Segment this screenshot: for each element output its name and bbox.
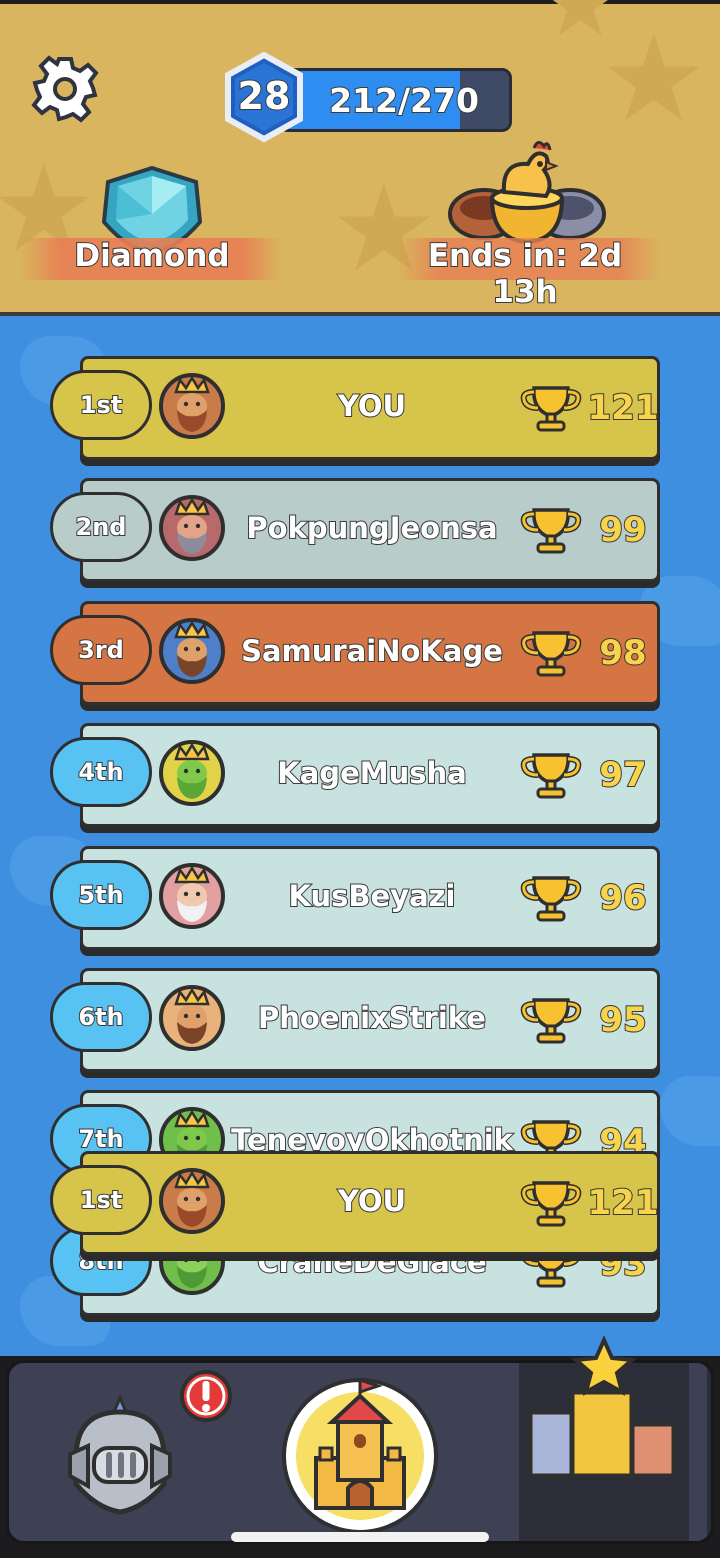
- rank-badge: 2nd: [50, 492, 152, 562]
- podium-icon[interactable]: [524, 1336, 680, 1486]
- trophy-count: 98: [598, 632, 647, 674]
- player-avatar[interactable]: [158, 862, 226, 930]
- player-name: YOU: [337, 1183, 407, 1219]
- rank-badge: 1st: [50, 370, 152, 440]
- trophy-count: 95: [598, 999, 647, 1041]
- league-countdown: Ends in: 2d 13h: [427, 237, 623, 311]
- trophy-count: 96: [598, 877, 647, 919]
- player-avatar[interactable]: [158, 739, 226, 807]
- leaderboard-row[interactable]: 2nd PokpungJeonsa 99: [0, 478, 720, 590]
- league-header: ★ ★ ★ ★ 212/270 28 Diamond Ends in: 2d 1…: [0, 0, 720, 316]
- player-name: YOU: [337, 388, 407, 424]
- player-avatar[interactable]: [158, 984, 226, 1052]
- leaderboard-row[interactable]: 6th PhoenixStrike 95: [0, 968, 720, 1080]
- rank-badge: 4th: [50, 737, 152, 807]
- player-name: KusBeyazi: [288, 878, 457, 914]
- pinned-player-row[interactable]: 1st YOU 121: [0, 1151, 720, 1263]
- leaderboard-row[interactable]: 5th KusBeyazi 96: [0, 846, 720, 958]
- trophy-count: 99: [598, 509, 647, 551]
- xp-progress-bar: 212/270: [278, 68, 512, 132]
- trophy-icon: [520, 504, 582, 556]
- castle-icon[interactable]: [280, 1376, 440, 1536]
- league-name: Diamond: [73, 237, 230, 275]
- xp-text: 212/270: [328, 80, 480, 121]
- home-indicator[interactable]: [231, 1532, 489, 1542]
- rank-badge: 6th: [50, 982, 152, 1052]
- background-star-shape: ★: [540, 0, 621, 57]
- trophy-icon: [520, 1177, 582, 1229]
- rank-badge: 3rd: [50, 615, 152, 685]
- nav-edge: [689, 1363, 707, 1541]
- trophy-icon: [520, 749, 582, 801]
- knight-helmet-icon[interactable]: [64, 1392, 176, 1516]
- trophy-count: 121: [587, 1182, 660, 1224]
- player-name: KageMusha: [276, 755, 467, 791]
- level-number: 28: [237, 73, 292, 119]
- rank-badge: 1st: [50, 1165, 152, 1235]
- player-name: SamuraiNoKage: [240, 633, 504, 669]
- trophy-icon: [520, 994, 582, 1046]
- gear-icon[interactable]: [30, 54, 100, 124]
- trophy-count: 97: [598, 754, 647, 796]
- player-avatar[interactable]: [158, 1167, 226, 1235]
- leaderboard-row[interactable]: 1st YOU 121: [0, 356, 720, 468]
- leaderboard-row[interactable]: 4th KageMusha 97: [0, 723, 720, 835]
- trophy-icon: [520, 382, 582, 434]
- player-name: PokpungJeonsa: [245, 510, 498, 546]
- player-avatar[interactable]: [158, 617, 226, 685]
- alert-badge-icon: [180, 1370, 232, 1422]
- trophy-cups-icon: [448, 141, 606, 245]
- player-name: PhoenixStrike: [257, 1000, 487, 1036]
- player-avatar[interactable]: [158, 372, 226, 440]
- rank-badge: 5th: [50, 860, 152, 930]
- trophy-icon: [520, 627, 582, 679]
- trophy-icon: [520, 872, 582, 924]
- player-avatar[interactable]: [158, 494, 226, 562]
- leaderboard-row[interactable]: 3rd SamuraiNoKage 98: [0, 601, 720, 713]
- trophy-count: 121: [587, 387, 660, 429]
